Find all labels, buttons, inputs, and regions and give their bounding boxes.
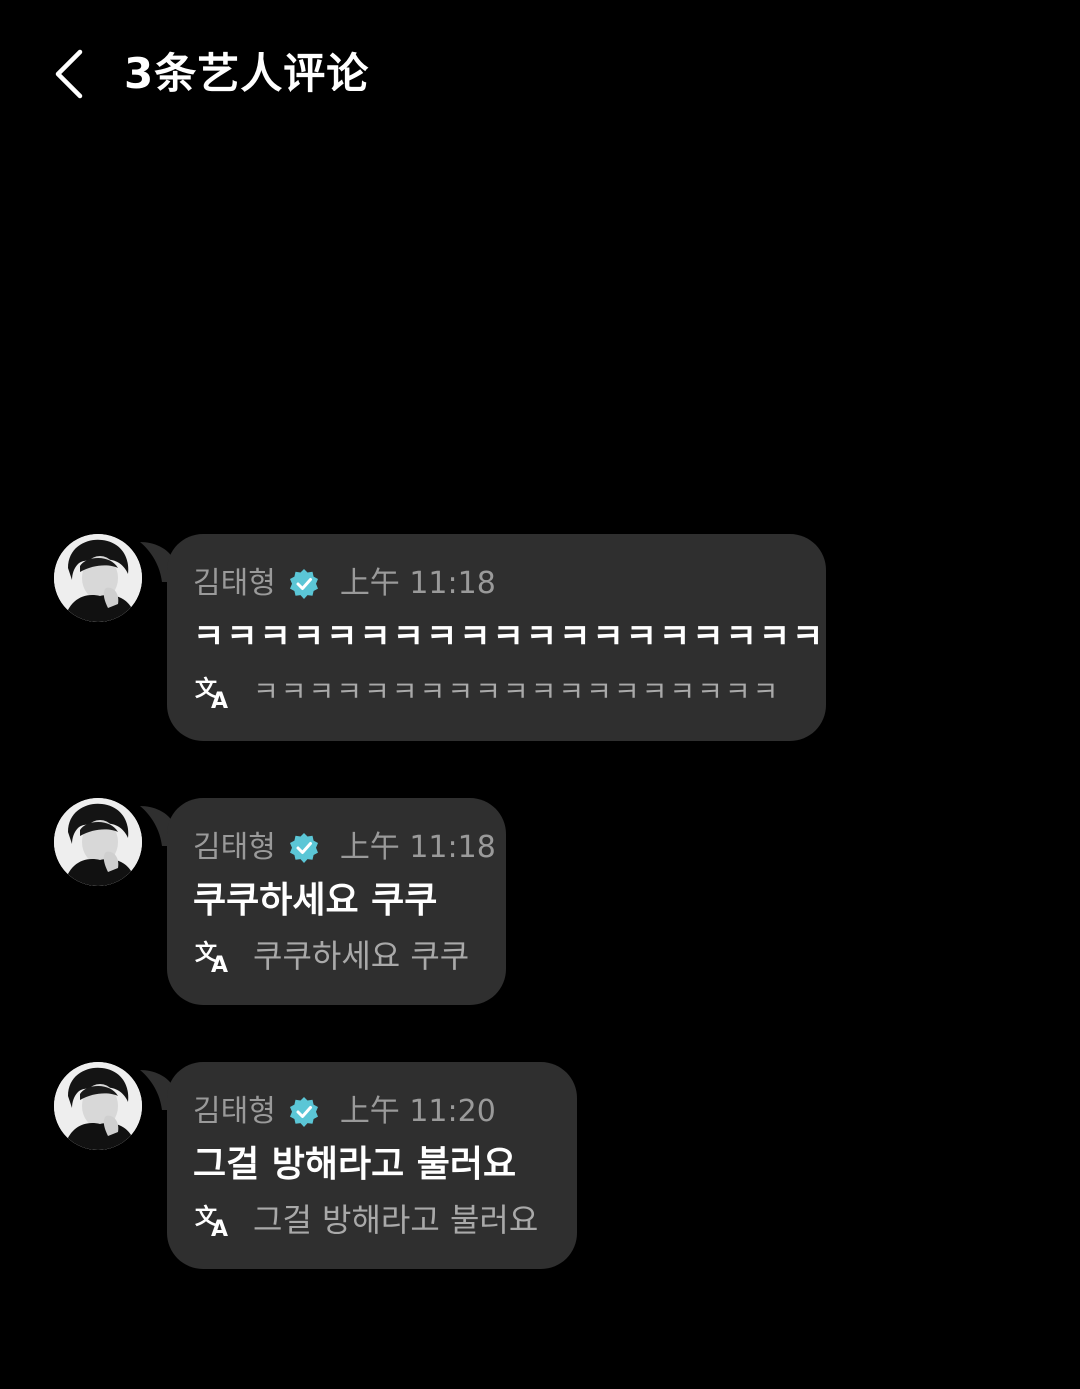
comment-time: 上午 11:20: [339, 1094, 496, 1129]
avatar[interactable]: [54, 1062, 142, 1150]
avatar[interactable]: [54, 798, 142, 886]
comment-bubble[interactable]: 김태형 上午 11:18 쿠쿠하세요 쿠쿠 文 A 쿠쿠하세요 쿠쿠: [167, 798, 506, 1005]
comment-meta: 김태형 上午 11:18: [193, 560, 796, 608]
comment-meta: 김태형 上午 11:20: [193, 1088, 547, 1136]
translation-text: 쿠쿠하세요 쿠쿠: [253, 937, 470, 975]
comment-bubble[interactable]: 김태형 上午 11:20 그걸 방해라고 불러요 文 A 그걸 방해라고 불러요: [167, 1062, 577, 1269]
avatar[interactable]: [54, 534, 142, 622]
translation-text: 그걸 방해라고 불러요: [253, 1201, 539, 1239]
translation-row[interactable]: 文 A 쿠쿠하세요 쿠쿠: [193, 932, 476, 980]
comment-time: 上午 11:18: [339, 830, 496, 865]
back-button[interactable]: [40, 44, 96, 104]
svg-text:A: A: [211, 953, 228, 976]
page-title: 3条艺人评论: [124, 49, 370, 98]
translate-icon[interactable]: 文 A: [193, 672, 237, 712]
comment-meta: 김태형 上午 11:18: [193, 824, 496, 872]
comment-bubble[interactable]: 김태형 上午 11:18 ㅋㅋㅋㅋㅋㅋㅋㅋㅋㅋㅋㅋㅋㅋㅋㅋㅋㅋㅋ 文 A ㅋㅋㅋ…: [167, 534, 826, 741]
author-name[interactable]: 김태형: [193, 1088, 276, 1136]
comment-text: 그걸 방해라고 불러요: [193, 1144, 517, 1185]
author-name[interactable]: 김태형: [193, 560, 276, 608]
comment-text: 쿠쿠하세요 쿠쿠: [193, 880, 438, 921]
translate-icon[interactable]: 文 A: [193, 1200, 237, 1240]
verified-badge-icon: [288, 1096, 320, 1128]
comment-time: 上午 11:18: [339, 566, 496, 601]
translation-row[interactable]: 文 A 그걸 방해라고 불러요: [193, 1196, 547, 1244]
svg-text:A: A: [211, 1217, 228, 1240]
top-bar: 3条艺人评论: [0, 0, 1080, 150]
translate-icon[interactable]: 文 A: [193, 936, 237, 976]
chevron-left-icon: [55, 49, 83, 99]
translation-text: ㅋㅋㅋㅋㅋㅋㅋㅋㅋㅋㅋㅋㅋㅋㅋㅋㅋㅋㅋ: [253, 675, 781, 708]
verified-badge-icon: [288, 832, 320, 864]
author-name[interactable]: 김태형: [193, 824, 276, 872]
comment-text: ㅋㅋㅋㅋㅋㅋㅋㅋㅋㅋㅋㅋㅋㅋㅋㅋㅋㅋㅋ: [193, 617, 826, 657]
translation-row[interactable]: 文 A ㅋㅋㅋㅋㅋㅋㅋㅋㅋㅋㅋㅋㅋㅋㅋㅋㅋㅋㅋ: [193, 668, 796, 716]
verified-badge-icon: [288, 568, 320, 600]
svg-text:A: A: [211, 689, 228, 712]
